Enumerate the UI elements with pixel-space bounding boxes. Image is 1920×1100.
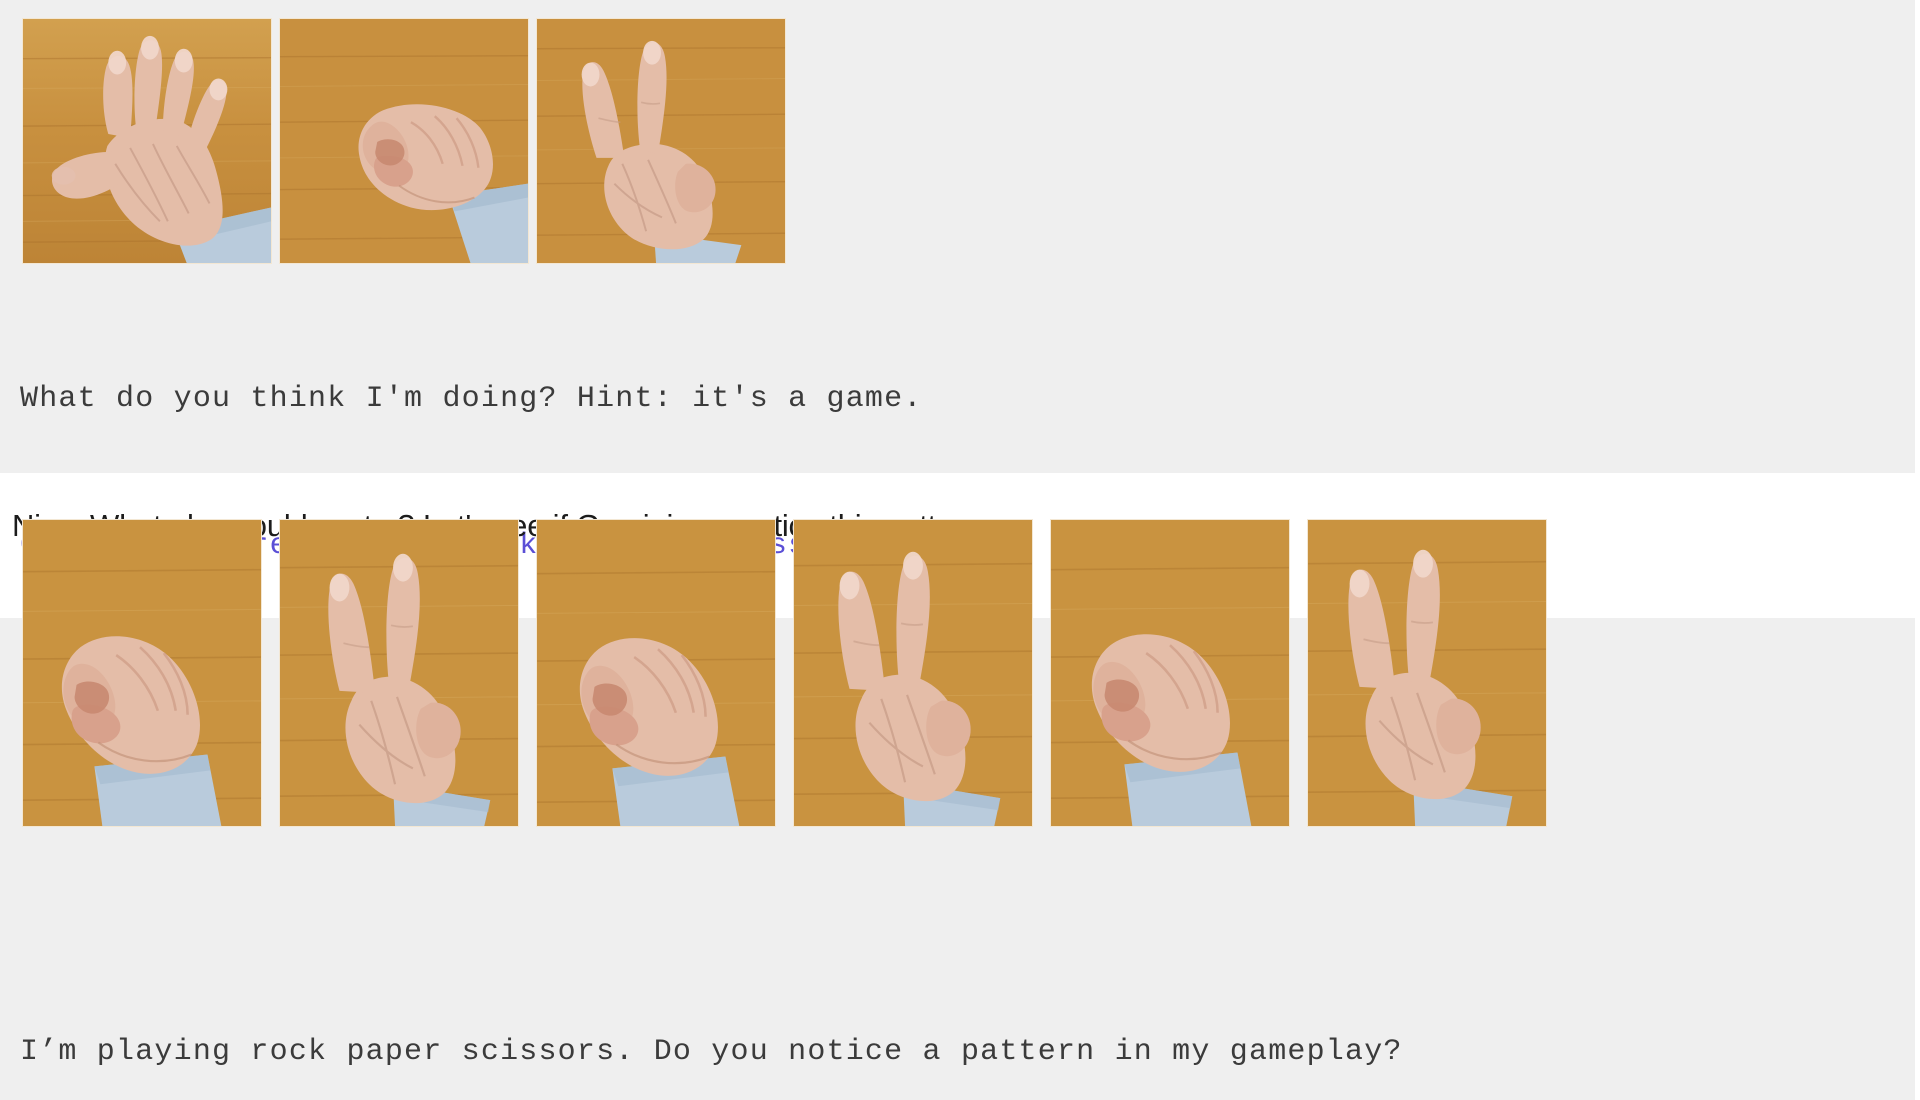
transcript-bottom: I’m playing rock paper scissors. Do you … — [20, 930, 1403, 1100]
user-prompt-line-top: What do you think I'm doing? Hint: it's … — [20, 382, 923, 416]
closed-fist-rock-photo — [22, 519, 262, 827]
two-finger-scissors-photo — [279, 519, 519, 827]
user-prompt-line-bottom: I’m playing rock paper scissors. Do you … — [20, 1035, 1403, 1069]
closed-fist-rock-photo — [536, 519, 776, 827]
closed-fist-rock-photo — [279, 18, 529, 264]
open-hand-paper-photo — [22, 18, 272, 264]
page-root: What do you think I'm doing? Hint: it's … — [0, 0, 1920, 1100]
image-strip-bottom — [22, 519, 1547, 827]
two-finger-scissors-photo — [793, 519, 1033, 827]
closed-fist-rock-photo — [1050, 519, 1290, 827]
two-finger-scissors-photo — [1307, 519, 1547, 827]
two-finger-scissors-photo — [536, 18, 786, 264]
image-strip-top — [22, 18, 786, 264]
